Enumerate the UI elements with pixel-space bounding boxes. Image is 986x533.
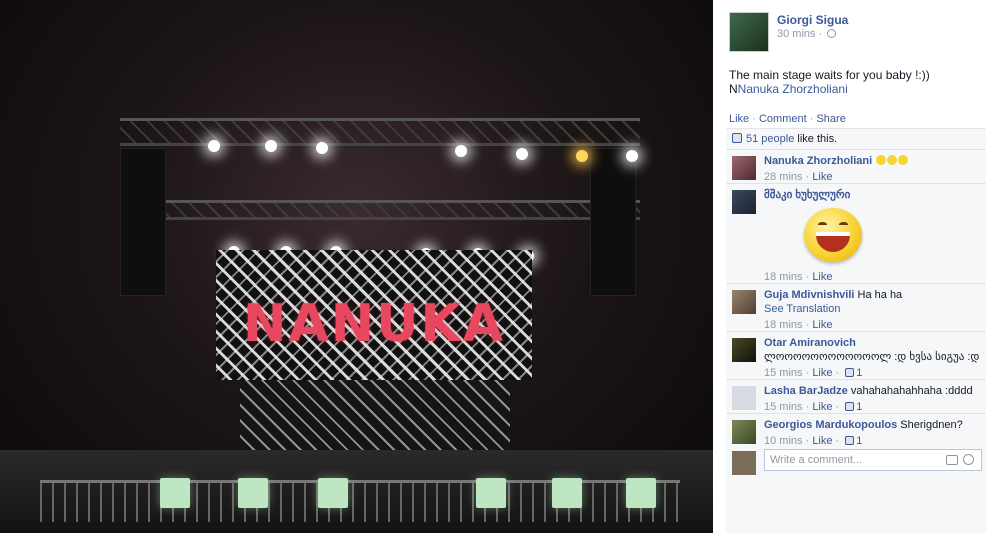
stage-light bbox=[516, 148, 528, 160]
lighting-truss-lower bbox=[120, 200, 640, 220]
equipment-case bbox=[552, 478, 582, 508]
comment-text: Sherigdnen? bbox=[900, 419, 963, 431]
thumbs-up-icon bbox=[845, 368, 855, 377]
comment-like-button[interactable]: Like bbox=[812, 367, 832, 379]
like-button[interactable]: Like bbox=[729, 113, 749, 125]
share-button[interactable]: Share bbox=[816, 113, 845, 125]
comment-item: Nanuka Zhorzholiani 28 mins · Like bbox=[726, 149, 986, 183]
commenter-avatar[interactable] bbox=[732, 338, 756, 362]
emoji-icon bbox=[876, 155, 887, 165]
see-translation-link[interactable]: See Translation bbox=[764, 303, 840, 315]
speaker-stack-left bbox=[120, 148, 166, 296]
post-actions: Like · Comment · Share bbox=[729, 113, 846, 125]
comment-item: Otar Amiranovich ლოოოოოოოოოოოოლ :დ ხვსა … bbox=[726, 331, 986, 379]
current-user-avatar bbox=[732, 451, 756, 475]
stage-light bbox=[265, 140, 277, 152]
commenter-name[interactable]: Lasha BarJadze bbox=[764, 385, 848, 397]
globe-icon[interactable] bbox=[827, 29, 837, 38]
equipment-case bbox=[476, 478, 506, 508]
emoji-icon bbox=[898, 155, 909, 165]
post-meta: 30 mins · bbox=[777, 28, 837, 40]
stage-light bbox=[316, 142, 328, 154]
concert-stage-photo[interactable]: NANUKA bbox=[0, 0, 713, 533]
commenter-avatar[interactable] bbox=[732, 290, 756, 314]
sticker-eye bbox=[818, 222, 827, 227]
likes-summary: 51 people like this. bbox=[732, 133, 837, 145]
comment-item: Guja Mdivnishvili Ha ha ha See Translati… bbox=[726, 283, 986, 331]
equipment-case bbox=[626, 478, 656, 508]
comment-like-button[interactable]: Like bbox=[812, 319, 832, 331]
tagged-user-link[interactable]: Nanuka Zhorzholiani bbox=[738, 82, 848, 96]
stage-light bbox=[208, 140, 220, 152]
thumbs-up-icon bbox=[845, 402, 855, 411]
stage-light bbox=[455, 145, 467, 157]
speaker-stack-right bbox=[590, 148, 636, 296]
author-avatar[interactable] bbox=[729, 12, 769, 52]
equipment-case bbox=[318, 478, 348, 508]
comment-item: Georgios Mardukopoulos Sherigdnen? 10 mi… bbox=[726, 413, 986, 447]
comments-section: 51 people like this. Nanuka Zhorzholiani… bbox=[726, 128, 986, 533]
comment-like-button[interactable]: Like bbox=[812, 171, 832, 183]
post-time[interactable]: 30 mins · bbox=[777, 28, 822, 40]
lighting-truss bbox=[120, 118, 640, 146]
separator: · bbox=[809, 113, 814, 125]
commenter-name[interactable]: Nanuka Zhorzholiani bbox=[764, 155, 872, 167]
commenter-name[interactable]: Otar Amiranovich bbox=[764, 337, 856, 349]
stage-brand-text: NANUKA bbox=[242, 294, 506, 354]
comment-time[interactable]: 28 mins bbox=[764, 171, 803, 183]
comment-time[interactable]: 15 mins bbox=[764, 367, 803, 379]
comment-item: მშაკი ხუხულური 18 mins · Like bbox=[726, 183, 986, 283]
comment-time[interactable]: 10 mins bbox=[764, 435, 803, 447]
comment-like-count[interactable]: 1 bbox=[856, 367, 862, 379]
commenter-name[interactable]: Guja Mdivnishvili bbox=[764, 289, 854, 301]
smiley-sticker bbox=[804, 208, 862, 262]
comment-time[interactable]: 15 mins bbox=[764, 401, 803, 413]
likes-count-link[interactable]: 51 people bbox=[746, 133, 794, 145]
camera-icon[interactable] bbox=[946, 455, 958, 465]
thumbs-up-icon bbox=[845, 436, 855, 445]
equipment-case bbox=[238, 478, 268, 508]
comment-text: Ha ha ha bbox=[857, 289, 903, 301]
commenter-name[interactable]: Georgios Mardukopoulos bbox=[764, 419, 897, 431]
crowd-barrier bbox=[40, 480, 680, 522]
comment-like-button[interactable]: Like bbox=[812, 271, 832, 283]
author-name[interactable]: Giorgi Sigua bbox=[777, 13, 848, 27]
commenter-avatar[interactable] bbox=[732, 156, 756, 180]
emoji-icon bbox=[887, 155, 898, 165]
comment-time[interactable]: 18 mins bbox=[764, 271, 803, 283]
thumbs-up-icon bbox=[732, 133, 742, 143]
comment-time[interactable]: 18 mins bbox=[764, 319, 803, 331]
separator: · bbox=[752, 113, 756, 125]
commenter-name[interactable]: მშაკი ხუხულური bbox=[764, 189, 850, 201]
equipment-case bbox=[160, 478, 190, 508]
stage-light bbox=[576, 150, 588, 162]
comment-text: vahahahahahhaha :dddd bbox=[850, 385, 973, 397]
comment-item: Lasha BarJadze vahahahahahhaha :dddd 15 … bbox=[726, 379, 986, 413]
commenter-avatar[interactable] bbox=[732, 420, 756, 444]
commenter-avatar[interactable] bbox=[732, 386, 756, 410]
comment-button[interactable]: Comment bbox=[759, 113, 807, 125]
emoticon-icon[interactable] bbox=[963, 454, 974, 465]
comment-like-count[interactable]: 1 bbox=[856, 435, 862, 447]
stage-light bbox=[626, 150, 638, 162]
led-screen-lower bbox=[240, 380, 510, 450]
comment-text: ლოოოოოოოოოოოოლ :დ ხვსა სიგუა :დ bbox=[764, 351, 980, 363]
comment-like-count[interactable]: 1 bbox=[856, 401, 862, 413]
comment-like-button[interactable]: Like bbox=[812, 435, 832, 447]
post-caption: The main stage waits for you baby !:)) N… bbox=[729, 68, 979, 96]
sticker-mouth bbox=[816, 232, 850, 252]
caption-text: The main stage waits for you baby !:)) bbox=[729, 68, 930, 82]
caption-prefix: N bbox=[729, 82, 738, 96]
likes-suffix: like this. bbox=[797, 133, 838, 145]
sticker-eye bbox=[839, 222, 848, 227]
commenter-avatar[interactable] bbox=[732, 190, 756, 214]
comment-like-button[interactable]: Like bbox=[812, 401, 832, 413]
